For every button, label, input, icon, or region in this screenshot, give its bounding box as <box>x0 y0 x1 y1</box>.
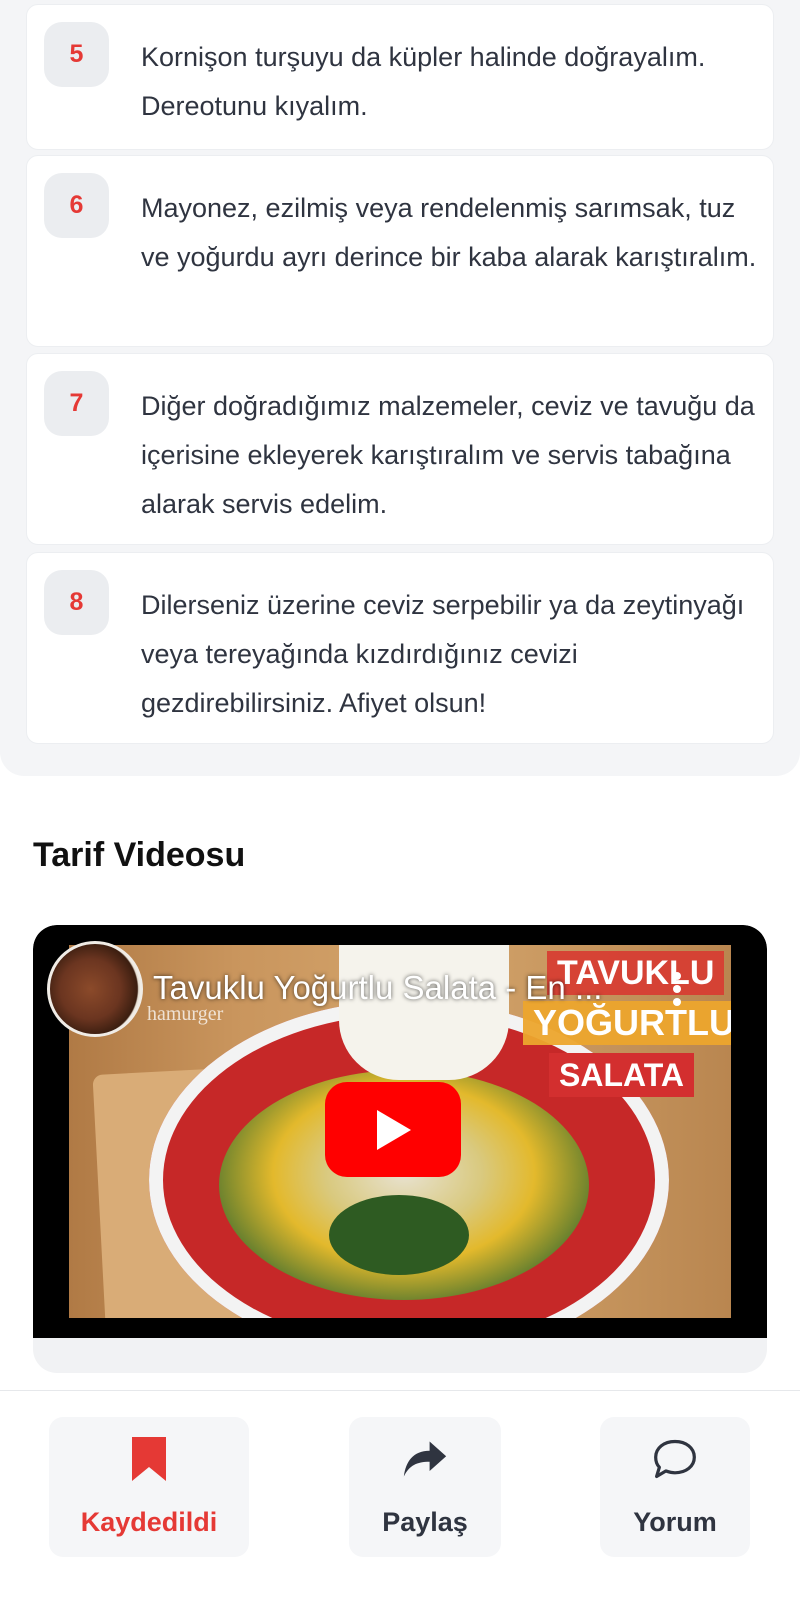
video-card: TAVUKLU YOĞURTLU SALATA Tavuklu Yoğurtlu… <box>33 925 767 1373</box>
thumbnail-overlay-text: SALATA <box>549 1053 695 1097</box>
share-label: Paylaş <box>382 1507 468 1537</box>
step-text: Kornişon turşuyu da küpler halinde doğra… <box>141 42 706 121</box>
step-item: 5 Kornişon turşuyu da küpler halinde doğ… <box>26 4 774 150</box>
step-number-badge: 5 <box>44 22 109 87</box>
play-button[interactable] <box>325 1082 461 1177</box>
dill-garnish <box>329 1195 469 1275</box>
recipe-page: 5 Kornişon turşuyu da küpler halinde doğ… <box>0 0 800 1600</box>
video-section-title: Tarif Videosu <box>33 836 246 874</box>
step-item: 8 Dilerseniz üzerine ceviz serpebilir ya… <box>26 552 774 744</box>
video-player[interactable]: TAVUKLU YOĞURTLU SALATA Tavuklu Yoğurtlu… <box>33 925 767 1338</box>
yogurt-pour <box>339 945 509 1080</box>
step-number-badge: 7 <box>44 371 109 436</box>
step-text: Dilerseniz üzerine ceviz serpebilir ya d… <box>141 590 745 718</box>
save-button[interactable]: Kaydedildi <box>49 1417 249 1557</box>
comment-icon <box>652 1435 698 1483</box>
step-item: 7 Diğer doğradığımız malzemeler, ceviz v… <box>26 353 774 545</box>
comment-button[interactable]: Yorum <box>600 1417 750 1557</box>
comment-label: Yorum <box>633 1507 717 1537</box>
video-title[interactable]: Tavuklu Yoğurtlu Salata - En ... <box>153 969 602 1007</box>
bookmark-icon <box>126 1435 172 1483</box>
more-vertical-icon[interactable] <box>669 969 685 1009</box>
step-text: Diğer doğradığımız malzemeler, ceviz ve … <box>141 391 755 519</box>
step-text: Mayonez, ezilmiş veya rendelenmiş sarıms… <box>141 193 757 272</box>
step-number-badge: 8 <box>44 570 109 635</box>
step-number-badge: 6 <box>44 173 109 238</box>
save-label: Kaydedildi <box>80 1507 218 1537</box>
channel-avatar[interactable] <box>47 941 143 1037</box>
thumbnail-overlay-text: YOĞURTLU <box>523 1001 731 1045</box>
step-item: 6 Mayonez, ezilmiş veya rendelenmiş sarı… <box>26 155 774 347</box>
play-icon <box>377 1109 411 1150</box>
bottom-action-bar: Kaydedildi Paylaş Yorum <box>0 1390 800 1600</box>
steps-list: 5 Kornişon turşuyu da küpler halinde doğ… <box>0 0 800 776</box>
share-icon <box>402 1435 448 1483</box>
share-button[interactable]: Paylaş <box>349 1417 501 1557</box>
channel-name: hamurger <box>147 1003 224 1025</box>
